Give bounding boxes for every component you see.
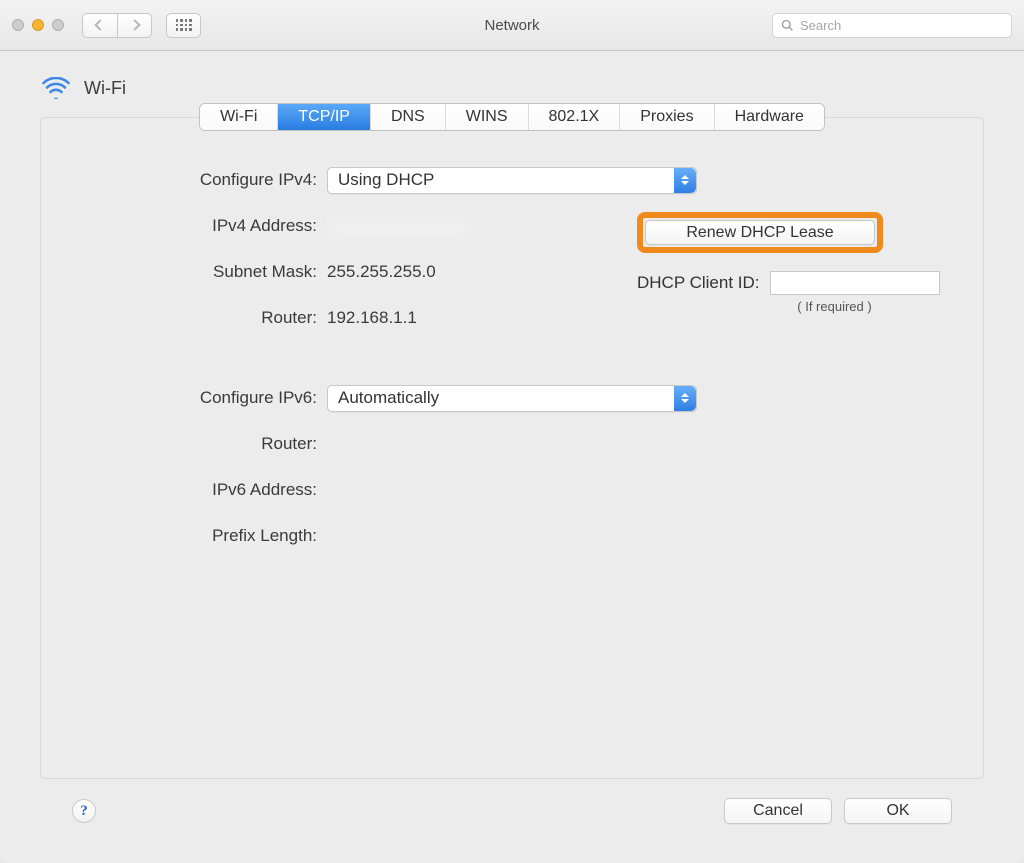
subnet-mask-value: 255.255.255.0 xyxy=(327,262,436,282)
select-stepper-icon xyxy=(674,168,696,193)
search-placeholder: Search xyxy=(800,18,841,33)
forward-button[interactable] xyxy=(117,13,152,38)
minimize-window-button[interactable] xyxy=(32,19,44,31)
select-stepper-icon xyxy=(674,386,696,411)
tab-tcpip[interactable]: TCP/IP xyxy=(278,104,371,130)
configure-ipv6-label: Configure IPv6: xyxy=(97,388,327,408)
if-required-hint: ( If required ) xyxy=(637,299,927,314)
back-button[interactable] xyxy=(82,13,117,38)
window-controls xyxy=(12,19,64,31)
grid-icon xyxy=(176,19,192,31)
page-header: Wi-Fi xyxy=(40,77,984,99)
ipv6-address-label: IPv6 Address: xyxy=(97,480,327,500)
dhcp-client-id-label: DHCP Client ID: xyxy=(637,273,760,293)
zoom-window-button[interactable] xyxy=(52,19,64,31)
renew-dhcp-lease-button[interactable]: Renew DHCP Lease xyxy=(645,220,875,245)
help-button[interactable]: ? xyxy=(72,799,96,823)
subnet-mask-label: Subnet Mask: xyxy=(97,262,327,282)
dhcp-side-column: Renew DHCP Lease DHCP Client ID: ( If re… xyxy=(637,212,927,314)
configure-ipv6-value: Automatically xyxy=(338,388,439,408)
close-window-button[interactable] xyxy=(12,19,24,31)
wifi-icon xyxy=(42,77,70,99)
tab-dns[interactable]: DNS xyxy=(371,104,446,130)
search-icon xyxy=(781,19,794,32)
tab-proxies[interactable]: Proxies xyxy=(620,104,714,130)
renew-dhcp-highlight: Renew DHCP Lease xyxy=(637,212,883,253)
tab-wins[interactable]: WINS xyxy=(446,104,529,130)
tab-hardware[interactable]: Hardware xyxy=(715,104,824,130)
cancel-button[interactable]: Cancel xyxy=(724,798,832,824)
nav-buttons xyxy=(82,13,152,38)
ipv6-router-label: Router: xyxy=(97,434,327,454)
tabbar: Wi-Fi TCP/IP DNS WINS 802.1X Proxies Har… xyxy=(200,104,824,130)
ipv4-address-label: IPv4 Address: xyxy=(97,216,327,236)
content-area: Wi-Fi Wi-Fi TCP/IP DNS WINS 802.1X Proxi… xyxy=(0,51,1024,863)
router-label: Router: xyxy=(97,308,327,328)
prefix-length-label: Prefix Length: xyxy=(97,526,327,546)
configure-ipv6-select[interactable]: Automatically xyxy=(327,385,697,412)
dhcp-client-id-input[interactable] xyxy=(770,271,940,295)
router-value: 192.168.1.1 xyxy=(327,308,417,328)
tab-8021x[interactable]: 802.1X xyxy=(529,104,621,130)
window-title: Network xyxy=(484,17,539,34)
search-input[interactable]: Search xyxy=(772,13,1012,38)
tab-wifi[interactable]: Wi-Fi xyxy=(200,104,278,130)
configure-ipv4-select[interactable]: Using DHCP xyxy=(327,167,697,194)
ok-button[interactable]: OK xyxy=(844,798,952,824)
network-prefs-window: Network Search Wi-Fi xyxy=(0,0,1024,863)
toolbar: Network Search xyxy=(0,0,1024,51)
tcpip-form: Configure IPv4: Using DHCP IPv4 Address: xyxy=(41,130,983,588)
chevron-left-icon xyxy=(94,19,105,30)
show-all-button[interactable] xyxy=(166,13,201,38)
configure-ipv4-value: Using DHCP xyxy=(338,170,434,190)
configure-ipv4-label: Configure IPv4: xyxy=(97,170,327,190)
settings-panel: Wi-Fi TCP/IP DNS WINS 802.1X Proxies Har… xyxy=(40,117,984,779)
chevron-right-icon xyxy=(129,19,140,30)
page-title: Wi-Fi xyxy=(84,78,126,99)
dialog-footer: ? Cancel OK xyxy=(40,779,984,843)
ipv4-address-value xyxy=(327,217,467,235)
